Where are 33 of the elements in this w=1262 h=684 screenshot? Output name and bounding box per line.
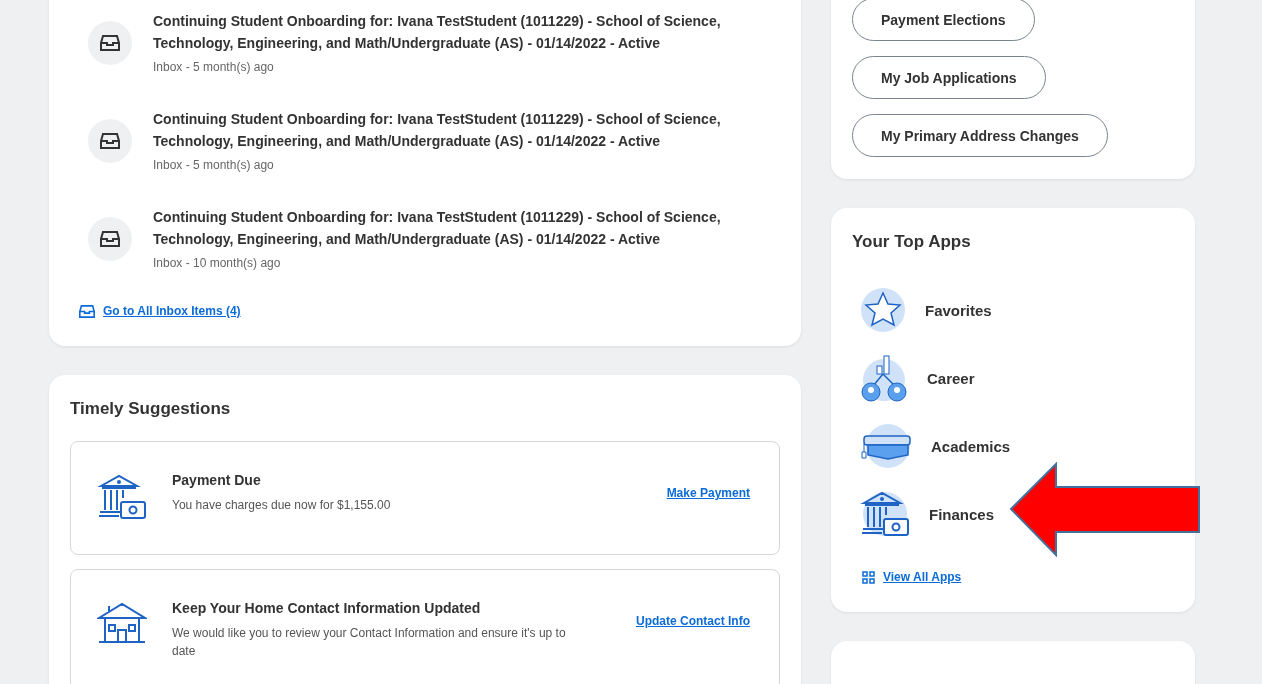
career-people-chart-icon — [860, 354, 908, 402]
suggestion-title: Payment Due — [172, 472, 262, 488]
card-title: Your Top Apps — [852, 232, 972, 252]
house-icon — [97, 600, 147, 644]
inbox-item-title[interactable]: Continuing Student Onboarding for: Ivana TestStudent (1011229) - School of Science, Technology, Engineering, and Math/Undergraduate (AS) - 01/14/2022 - Active — [153, 10, 733, 54]
inbox-item-title[interactable]: Continuing Student Onboarding for: Ivana TestStudent (1011229) - School of Science, Technology, Engineering, and Math/Undergraduate (AS) - 01/14/2022 - Active — [153, 108, 733, 152]
card-title: Timely Suggestions — [70, 399, 232, 419]
quick-action-button[interactable]: Payment Elections — [852, 0, 1035, 41]
graduation-cap-icon — [860, 422, 912, 470]
app-label[interactable]: Academics — [931, 437, 1011, 455]
bank-money-icon — [97, 472, 147, 522]
inbox-item-title[interactable]: Continuing Student Onboarding for: Ivana TestStudent (1011229) - School of Science, Technology, Engineering, and Math/Undergraduate (AS) - 01/14/2022 - Active — [153, 206, 733, 250]
app-label[interactable]: Career — [927, 369, 975, 387]
view-all-apps-link[interactable]: View All Apps — [883, 570, 962, 584]
app-label[interactable]: Finances — [929, 505, 995, 523]
inbox-item-meta: Inbox - 5 month(s) ago — [153, 158, 275, 172]
suggestion-link[interactable]: Update Contact Info — [636, 614, 750, 628]
suggestion-title: Keep Your Home Contact Information Updated — [172, 600, 482, 616]
inbox-tray-icon — [79, 304, 95, 318]
inbox-tray-icon — [100, 231, 120, 247]
inbox-tray-icon — [100, 35, 120, 51]
inbox-item-meta: Inbox - 5 month(s) ago — [153, 60, 275, 74]
suggestion-text: We would like you to review your Contact Information and ensure it's up to date — [172, 625, 567, 660]
inbox-tray-icon — [100, 133, 120, 149]
suggestion-link[interactable]: Make Payment — [666, 486, 750, 500]
quick-action-button[interactable]: My Job Applications — [852, 56, 1046, 99]
suggestion-text: You have charges due now for $1,155.00 — [172, 497, 392, 514]
grid-icon — [862, 570, 875, 584]
inbox-item-meta: Inbox - 10 month(s) ago — [153, 256, 282, 270]
quick-action-button[interactable]: My Primary Address Changes — [852, 114, 1108, 157]
inbox-link[interactable]: Go to All Inbox Items (4) — [103, 304, 241, 318]
app-label[interactable]: Favorites — [925, 301, 992, 319]
bank-money-icon — [860, 489, 910, 539]
